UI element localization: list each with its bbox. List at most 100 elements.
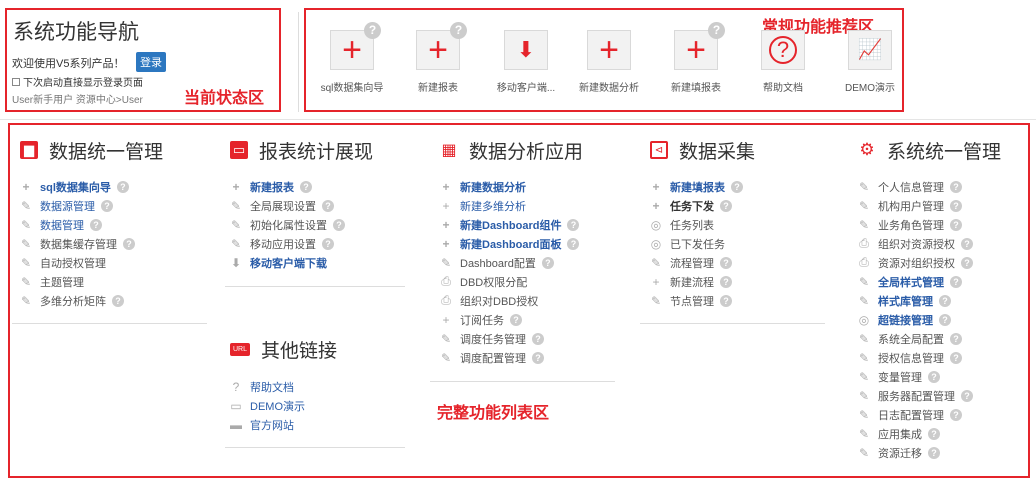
- help-icon[interactable]: ?: [720, 199, 732, 212]
- list-item[interactable]: + 新建数据分析: [440, 177, 583, 196]
- list-item[interactable]: + 新建流程?: [650, 272, 755, 291]
- list-item[interactable]: ✎ 主题管理: [20, 272, 163, 291]
- list-item[interactable]: ✎ 系统全局配置?: [858, 329, 1001, 348]
- list-item[interactable]: + 新建填报表?: [650, 177, 755, 196]
- auto-login-option[interactable]: 下次启动直接显示登录页面: [12, 74, 143, 89]
- list-item[interactable]: ✎ 全局样式管理?: [858, 272, 1001, 291]
- list-item[interactable]: ✎ 个人信息管理?: [858, 177, 1001, 196]
- list-item[interactable]: ◎ 任务列表: [650, 215, 755, 234]
- help-icon[interactable]: ?: [939, 313, 951, 326]
- help-icon[interactable]: ?: [950, 199, 962, 212]
- help-icon[interactable]: ?: [950, 408, 962, 421]
- help-icon[interactable]: ?: [950, 275, 962, 288]
- help-icon[interactable]: ?: [116, 180, 129, 193]
- help-icon[interactable]: ?: [961, 237, 973, 250]
- list-item[interactable]: ✎ 业务角色管理?: [858, 215, 1001, 234]
- recommend-item[interactable]: +? 新建填报表: [656, 22, 736, 94]
- list-item[interactable]: + 新建Dashboard组件?: [440, 215, 583, 234]
- list-item[interactable]: ◎ 已下发任务: [650, 234, 755, 253]
- recommend-item[interactable]: +? sql数据集向导: [312, 22, 392, 94]
- list-item[interactable]: + 新建报表?: [230, 177, 373, 196]
- list-item[interactable]: ✎ 节点管理?: [650, 291, 755, 310]
- list-item[interactable]: ✎ 机构用户管理?: [858, 196, 1001, 215]
- help-icon[interactable]: ?: [333, 218, 345, 231]
- login-button[interactable]: 登录: [136, 52, 166, 72]
- other-link[interactable]: ? 帮助文档: [230, 377, 337, 396]
- help-icon[interactable]: ?: [950, 332, 962, 345]
- help-icon[interactable]: ?: [720, 294, 732, 307]
- help-icon[interactable]: ?: [364, 22, 381, 39]
- auto-login-checkbox[interactable]: [12, 77, 20, 86]
- list-item[interactable]: ⎙ 资源对组织授权?: [858, 253, 1001, 272]
- list-item[interactable]: ✎ 调度配置管理?: [440, 348, 583, 367]
- list-item[interactable]: ✎ Dashboard配置?: [440, 253, 583, 272]
- help-icon[interactable]: ?: [928, 446, 940, 459]
- help-icon[interactable]: ?: [928, 427, 940, 440]
- list-item[interactable]: ✎ 资源迁移?: [858, 443, 1001, 462]
- list-item[interactable]: ✎ 初始化属性设置?: [230, 215, 373, 234]
- help-icon[interactable]: ?: [90, 218, 102, 231]
- list-item[interactable]: ✎ 移动应用设置?: [230, 234, 373, 253]
- list-item[interactable]: ✎ 全局展现设置?: [230, 196, 373, 215]
- list-item[interactable]: ◎ 超链接管理?: [858, 310, 1001, 329]
- help-icon[interactable]: ?: [541, 256, 554, 269]
- list-item[interactable]: ✎ 日志配置管理?: [858, 405, 1001, 424]
- help-icon[interactable]: ?: [112, 294, 124, 307]
- list-item[interactable]: ⎙ 组织对DBD授权: [440, 291, 583, 310]
- help-icon[interactable]: ?: [731, 180, 743, 193]
- help-icon[interactable]: ?: [322, 237, 334, 250]
- download-icon[interactable]: ⬇: [504, 30, 548, 70]
- presentation-icon[interactable]: 📈: [848, 30, 892, 70]
- help-icon[interactable]: ?: [567, 218, 580, 231]
- list-item[interactable]: ✎ 流程管理?: [650, 253, 755, 272]
- list-item[interactable]: ✎ 应用集成?: [858, 424, 1001, 443]
- help-icon[interactable]: ?: [532, 351, 544, 364]
- help-icon[interactable]: ?: [450, 22, 467, 39]
- list-item[interactable]: + 新建多维分析: [440, 196, 583, 215]
- list-item[interactable]: ✎ 服务器配置管理?: [858, 386, 1001, 405]
- help-icon[interactable]: ?: [510, 313, 522, 326]
- help-icon[interactable]: ?: [720, 256, 732, 269]
- list-item[interactable]: ⬇ 移动客户端下载: [230, 253, 373, 272]
- list-item[interactable]: ✎ 数据源管理?: [20, 196, 163, 215]
- help-icon[interactable]: ?: [720, 275, 732, 288]
- help-icon[interactable]: ?: [961, 256, 973, 269]
- other-link[interactable]: ▭ DEMO演示: [230, 396, 337, 415]
- list-item[interactable]: ⎙ 组织对资源授权?: [858, 234, 1001, 253]
- list-item[interactable]: ✎ 调度任务管理?: [440, 329, 583, 348]
- list-item[interactable]: + 订阅任务?: [440, 310, 583, 329]
- list-item[interactable]: ✎ 授权信息管理?: [858, 348, 1001, 367]
- help-icon[interactable]: ?: [322, 199, 334, 212]
- list-item[interactable]: + sql数据集向导?: [20, 177, 163, 196]
- list-item[interactable]: ✎ 数据集缓存管理?: [20, 234, 163, 253]
- list-item[interactable]: ✎ 样式库管理?: [858, 291, 1001, 310]
- plus-icon[interactable]: +?: [416, 22, 467, 70]
- list-item[interactable]: ✎ 数据管理?: [20, 215, 163, 234]
- help-icon[interactable]: ?: [300, 180, 312, 193]
- help-icon[interactable]: ?: [950, 218, 962, 231]
- help-icon[interactable]: ?: [939, 294, 951, 307]
- plus-icon[interactable]: +?: [330, 22, 381, 70]
- recommend-item[interactable]: ? 帮助文档: [743, 30, 823, 94]
- recommend-item[interactable]: + 新建数据分析: [569, 30, 649, 94]
- recommend-item[interactable]: 📈 DEMO演示: [830, 30, 910, 94]
- list-item[interactable]: + 新建Dashboard面板?: [440, 234, 583, 253]
- help-icon[interactable]: ?: [928, 370, 940, 383]
- help-icon[interactable]: ?: [961, 389, 973, 402]
- list-item[interactable]: ✎ 自动授权管理: [20, 253, 163, 272]
- recommend-item[interactable]: +? 新建报表: [398, 22, 478, 94]
- list-item[interactable]: ⎙ DBD权限分配: [440, 272, 583, 291]
- list-item[interactable]: + 任务下发?: [650, 196, 755, 215]
- help-icon[interactable]: ?: [101, 199, 113, 212]
- plus-icon[interactable]: +: [587, 30, 631, 70]
- help-icon[interactable]: ?: [950, 180, 962, 193]
- question-icon[interactable]: ?: [761, 30, 805, 70]
- help-icon[interactable]: ?: [567, 237, 580, 250]
- list-item[interactable]: ✎ 变量管理?: [858, 367, 1001, 386]
- list-item[interactable]: ✎ 多维分析矩阵?: [20, 291, 163, 310]
- recommend-item[interactable]: ⬇ 移动客户端...: [486, 30, 566, 94]
- help-icon[interactable]: ?: [950, 351, 962, 364]
- plus-icon[interactable]: +?: [674, 22, 725, 70]
- help-icon[interactable]: ?: [123, 237, 135, 250]
- help-icon[interactable]: ?: [532, 332, 544, 345]
